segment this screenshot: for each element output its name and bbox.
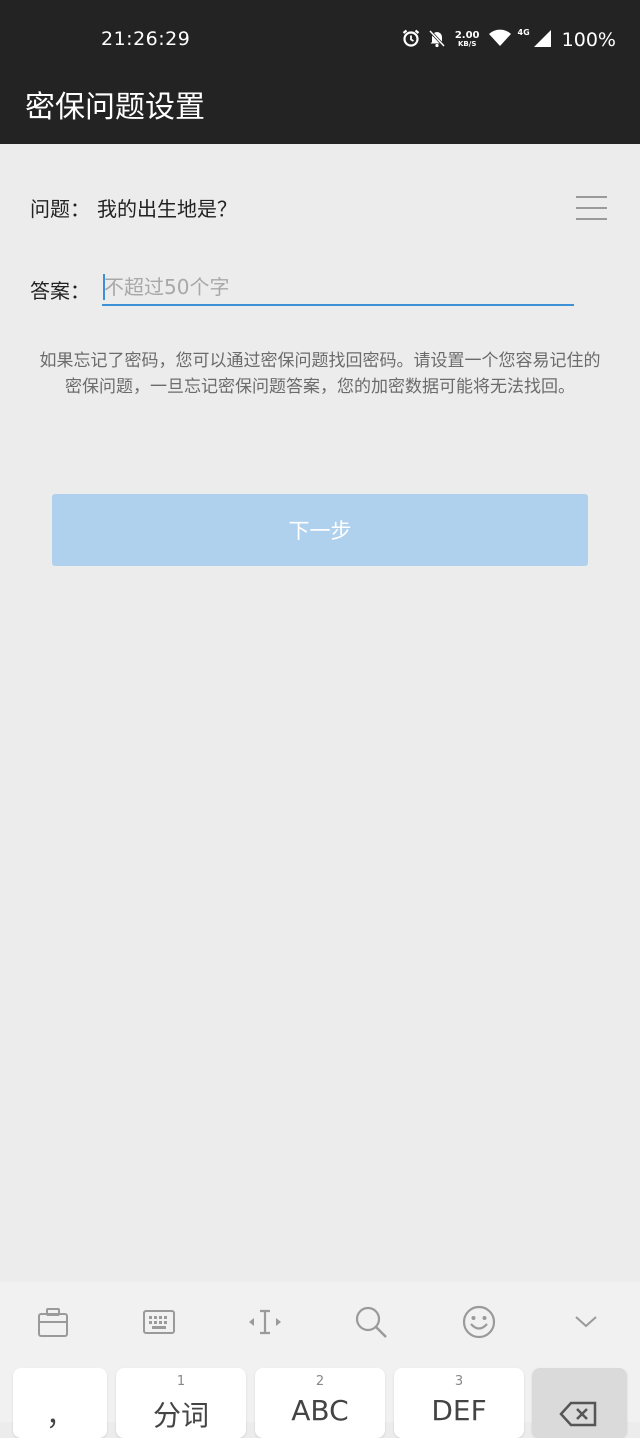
cursor-icon[interactable] xyxy=(245,1302,285,1342)
backspace-icon xyxy=(559,1401,597,1427)
key-2-abc[interactable]: 2 ABC xyxy=(255,1368,385,1438)
key-1-segment[interactable]: 1 分词 xyxy=(116,1368,246,1438)
network-type: 4G xyxy=(517,27,530,37)
collapse-icon[interactable] xyxy=(566,1302,606,1342)
battery-text: 100% xyxy=(561,29,616,51)
answer-label: 答案： xyxy=(30,279,90,303)
keyboard-toolbar xyxy=(0,1282,640,1362)
status-icons: 2.00 KB/S 4G 100% xyxy=(401,26,616,54)
status-time: 21:26:29 xyxy=(101,28,191,50)
key-3-def[interactable]: 3 DEF xyxy=(394,1368,524,1438)
menu-icon xyxy=(576,196,607,220)
app-bar: 密保问题设置 xyxy=(0,80,640,144)
page-title: 密保问题设置 xyxy=(25,90,205,125)
signal-icon xyxy=(532,28,552,52)
question-menu-button[interactable] xyxy=(572,190,612,226)
alarm-icon xyxy=(401,28,421,52)
key-comma[interactable]: ， xyxy=(13,1368,107,1438)
net-speed: 2.00 KB/S xyxy=(454,30,480,49)
keyboard-keys: ， 1 分词 2 ABC 3 DEF xyxy=(0,1362,640,1438)
clipboard-icon[interactable] xyxy=(33,1302,73,1342)
answer-input[interactable] xyxy=(102,270,574,306)
next-button[interactable]: 下一步 xyxy=(52,494,588,566)
emoji-icon[interactable] xyxy=(459,1302,499,1342)
question-value[interactable]: 我的出生地是？ xyxy=(97,193,237,222)
status-bar: 21:26:29 2.00 KB/S 4G 100% xyxy=(0,0,640,80)
question-label: 问题： xyxy=(30,197,90,221)
search-icon[interactable] xyxy=(351,1302,391,1342)
key-backspace[interactable] xyxy=(532,1368,627,1438)
bell-off-icon xyxy=(427,28,447,52)
wifi-icon xyxy=(488,28,512,52)
text-cursor xyxy=(103,274,105,300)
hint-text: 如果忘记了密码，您可以通过密保问题找回密码。请设置一个您容易记住的密保问题，一旦… xyxy=(39,351,601,397)
keyboard-icon[interactable] xyxy=(139,1302,179,1342)
